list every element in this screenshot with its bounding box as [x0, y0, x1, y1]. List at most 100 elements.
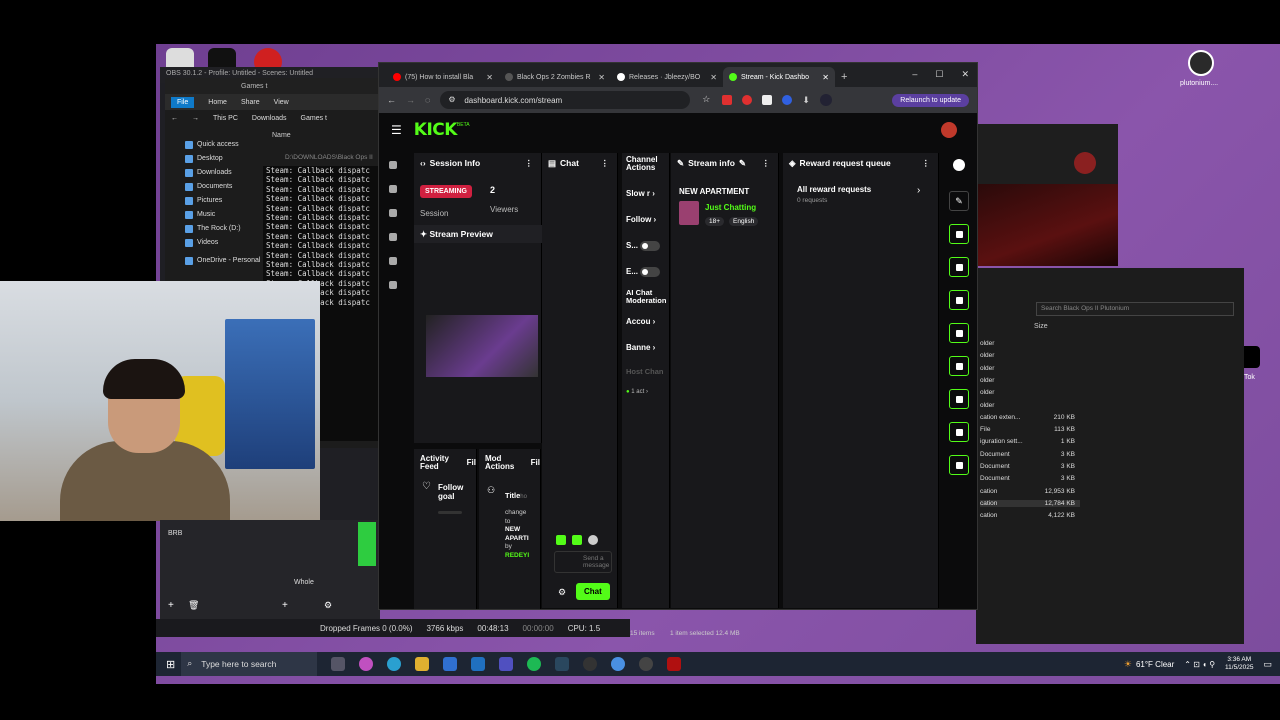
file-explorer-icon[interactable]: [415, 657, 430, 671]
file-row[interactable]: older: [980, 377, 1080, 384]
action-sub-only[interactable]: S...: [626, 241, 661, 251]
chevron-icon[interactable]: ✦: [420, 229, 427, 239]
explorer2-search[interactable]: Search Black Ops II Plutonium: [1036, 302, 1234, 316]
bookmark-star-icon[interactable]: ☆: [702, 94, 710, 105]
close-icon[interactable]: ✕: [486, 73, 493, 82]
taskbar-search[interactable]: ⌕ Type here to search: [181, 652, 318, 676]
close-icon[interactable]: ✕: [710, 73, 717, 82]
obs-icon[interactable]: [583, 657, 598, 671]
toggle-switch[interactable]: [640, 267, 661, 277]
dashboard-icon[interactable]: [389, 185, 397, 193]
more-icon[interactable]: ⋮: [762, 158, 771, 169]
file-row[interactable]: Document 3 KB: [980, 451, 1080, 458]
filter-label[interactable]: Fil: [531, 458, 540, 467]
filter-label[interactable]: Fil: [467, 458, 476, 467]
ribbon-tab-home[interactable]: Home: [208, 99, 227, 106]
add-source-button[interactable]: +: [282, 600, 288, 611]
stream-preview-thumbnail[interactable]: [426, 315, 538, 377]
tab-kick[interactable]: Stream - Kick Dashbo ✕: [723, 67, 835, 87]
action-follow[interactable]: Follow ›: [626, 215, 656, 224]
breadcrumb-games[interactable]: Games t: [301, 115, 327, 122]
extension-icon-2[interactable]: [742, 95, 753, 105]
nav-onedrive[interactable]: OneDrive - Personal: [177, 254, 267, 268]
more-icon[interactable]: ⋮: [525, 158, 534, 169]
more-icon[interactable]: ⋮: [922, 158, 931, 169]
site-info-icon[interactable]: ⚙: [448, 95, 455, 104]
nav-downloads[interactable]: Downloads: [177, 166, 267, 180]
back-icon[interactable]: ←: [387, 95, 396, 105]
breadcrumb-this-pc[interactable]: This PC: [213, 115, 238, 122]
forward-arrow-icon[interactable]: →: [192, 115, 199, 122]
stream-icon[interactable]: [389, 161, 397, 169]
users-icon[interactable]: [389, 257, 397, 265]
share-icon[interactable]: [949, 455, 969, 475]
nav-quick-access[interactable]: Quick access: [177, 138, 267, 152]
broadcast-icon[interactable]: [949, 356, 969, 376]
kick-logo[interactable]: KICK: [414, 120, 458, 140]
back-arrow-icon[interactable]: ←: [171, 115, 178, 122]
lightning-icon[interactable]: [949, 257, 969, 277]
clock[interactable]: 3:36 AM 11/5/2025: [1225, 656, 1253, 672]
file-row[interactable]: cation 12,953 KB: [980, 488, 1080, 495]
loading-icon[interactable]: ◌: [425, 95, 430, 105]
relaunch-button[interactable]: Relaunch to update: [892, 93, 969, 107]
chat-input[interactable]: Send a message: [554, 551, 612, 573]
file-row[interactable]: cation 12,784 KB: [980, 499, 1080, 507]
maximize-icon[interactable]: ☐: [935, 69, 943, 80]
forward-icon[interactable]: →: [406, 95, 415, 105]
nav-pictures[interactable]: Pictures: [177, 194, 267, 208]
ribbon-tab-share[interactable]: Share: [241, 99, 260, 106]
file-row[interactable]: Document 3 KB: [980, 475, 1080, 482]
edit-icon[interactable]: ✎: [739, 158, 746, 169]
new-tab-button[interactable]: +: [835, 67, 855, 87]
steam-icon[interactable]: [555, 657, 570, 671]
action-1-active[interactable]: ● 1 act ›: [626, 389, 648, 395]
action-emote-only[interactable]: E...: [626, 267, 661, 277]
notification-icon[interactable]: ▭: [1263, 659, 1272, 670]
action-account[interactable]: Accou ›: [626, 317, 655, 326]
extension-icon-4[interactable]: [782, 95, 793, 105]
tab-youtube[interactable]: (75) How to install Bla ✕: [387, 67, 499, 87]
file-row[interactable]: older: [980, 340, 1080, 347]
source-whole[interactable]: Whole: [294, 579, 314, 586]
profile-icon[interactable]: [819, 94, 832, 106]
file-row[interactable]: older: [980, 389, 1080, 396]
chat-send-button[interactable]: Chat: [576, 583, 610, 600]
weather-text[interactable]: 61°F Clear: [1136, 660, 1174, 669]
close-icon[interactable]: ✕: [822, 73, 829, 82]
plutonium-desktop-icon[interactable]: [1188, 50, 1214, 76]
tool-icon-1[interactable]: [949, 224, 969, 244]
nav-documents[interactable]: Documents: [177, 180, 267, 194]
task-view-icon[interactable]: [331, 657, 346, 671]
hamburger-menu-icon[interactable]: ☰: [391, 123, 402, 137]
nav-videos[interactable]: Videos: [177, 236, 267, 250]
tab-black-ops[interactable]: Black Ops 2 Zombies R ✕: [499, 67, 611, 87]
nav-music[interactable]: Music: [177, 208, 267, 222]
delete-scene-button[interactable]: 🗑: [188, 600, 199, 611]
nav-desktop[interactable]: Desktop: [177, 152, 267, 166]
moderation-icon[interactable]: [389, 233, 397, 241]
download-icon[interactable]: ⬇: [802, 95, 810, 106]
settings-icon[interactable]: [389, 281, 397, 289]
ribbon-tab-view[interactable]: View: [274, 99, 289, 106]
all-reward-requests[interactable]: All reward requests: [797, 185, 871, 194]
video-icon[interactable]: [949, 389, 969, 409]
address-bar[interactable]: ⚙ dashboard.kick.com/stream ☆: [440, 91, 710, 109]
chrome-icon[interactable]: [611, 657, 626, 671]
store-icon[interactable]: [443, 657, 458, 671]
file-row[interactable]: cation exten... 210 KB: [980, 414, 1080, 421]
file-row[interactable]: older: [980, 352, 1080, 359]
user-avatar[interactable]: [941, 122, 957, 138]
windows-start-icon[interactable]: ⊞: [166, 658, 175, 671]
black-ops-icon[interactable]: [667, 657, 682, 671]
action-host-channel[interactable]: Host Chan: [626, 367, 664, 376]
notes-icon[interactable]: [949, 290, 969, 310]
chevron-right-icon[interactable]: ›: [917, 185, 920, 196]
file-row[interactable]: older: [980, 365, 1080, 372]
close-window-icon[interactable]: ✕: [961, 69, 969, 80]
breadcrumb-downloads[interactable]: Downloads: [252, 115, 287, 122]
file-row[interactable]: Document 3 KB: [980, 463, 1080, 470]
nav-the-rock[interactable]: The Rock (D:): [177, 222, 267, 236]
extension-icon-1[interactable]: [722, 95, 733, 105]
file-row[interactable]: cation 4,122 KB: [980, 512, 1080, 519]
